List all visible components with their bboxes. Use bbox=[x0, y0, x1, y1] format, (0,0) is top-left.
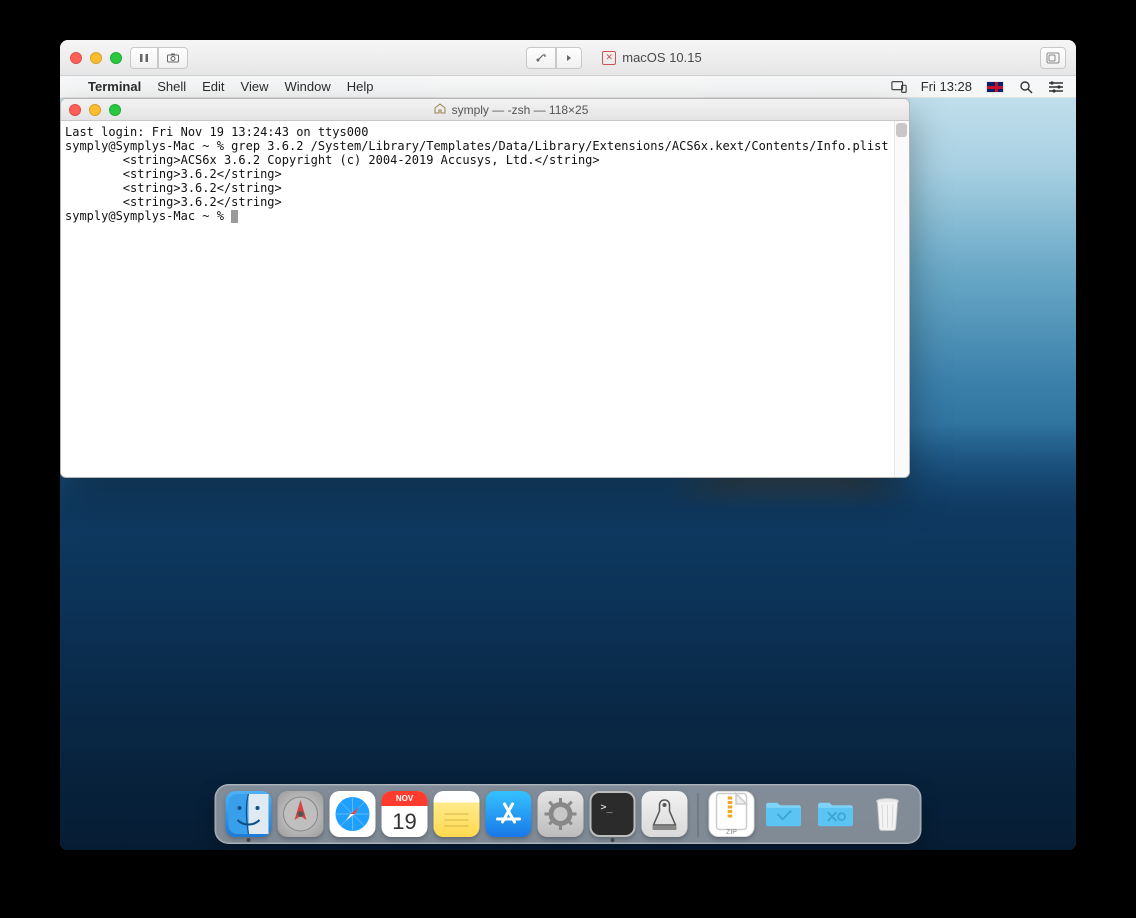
dock-separator bbox=[698, 793, 699, 837]
terminal-line: <string>3.6.2</string> bbox=[65, 195, 282, 209]
menubar-item-shell[interactable]: Shell bbox=[157, 79, 186, 94]
terminal-titlebar[interactable]: symply — -zsh — 118×25 bbox=[61, 99, 909, 121]
dock-zip[interactable]: ZIP bbox=[709, 791, 755, 837]
terminal-minimize-button[interactable] bbox=[89, 104, 101, 116]
terminal-line: <string>3.6.2</string> bbox=[65, 181, 282, 195]
dock-safari[interactable] bbox=[330, 791, 376, 837]
dock-instruments[interactable] bbox=[642, 791, 688, 837]
macos-desktop: Terminal Shell Edit View Window Help Fri… bbox=[60, 76, 1076, 850]
vm-window: ✕ macOS 10.15 Terminal Shell Edit View W… bbox=[60, 40, 1076, 850]
spotlight-icon[interactable] bbox=[1018, 80, 1034, 94]
terminal-zoom-button[interactable] bbox=[109, 104, 121, 116]
vm-traffic-lights bbox=[70, 52, 122, 64]
control-center-icon[interactable] bbox=[1048, 80, 1064, 94]
vm-settings-button[interactable] bbox=[526, 47, 556, 69]
vm-layout-button[interactable] bbox=[1040, 47, 1066, 69]
terminal-line: <string>ACS6x 3.6.2 Copyright (c) 2004-2… bbox=[65, 153, 600, 167]
terminal-line: symply@Symplys-Mac ~ % grep 3.6.2 /Syste… bbox=[65, 139, 889, 153]
menubar-item-view[interactable]: View bbox=[241, 79, 269, 94]
calendar-day: 19 bbox=[392, 806, 416, 837]
terminal-close-button[interactable] bbox=[69, 104, 81, 116]
menubar-item-help[interactable]: Help bbox=[347, 79, 374, 94]
dock-folder-2[interactable] bbox=[813, 791, 859, 837]
dock-finder[interactable] bbox=[226, 791, 272, 837]
home-icon bbox=[434, 103, 446, 117]
vm-snapshot-button[interactable] bbox=[158, 47, 188, 69]
terminal-cursor bbox=[231, 210, 238, 223]
menubar-item-edit[interactable]: Edit bbox=[202, 79, 224, 94]
vm-settings-menu-button[interactable] bbox=[556, 47, 582, 69]
vm-title: ✕ macOS 10.15 bbox=[196, 47, 1032, 69]
screen-mirroring-icon[interactable] bbox=[891, 80, 907, 94]
terminal-body[interactable]: Last login: Fri Nov 19 13:24:43 on ttys0… bbox=[61, 121, 909, 477]
terminal-line: Last login: Fri Nov 19 13:24:43 on ttys0… bbox=[65, 125, 368, 139]
dock-launchpad[interactable] bbox=[278, 791, 324, 837]
vm-close-button[interactable] bbox=[70, 52, 82, 64]
vm-titlebar: ✕ macOS 10.15 bbox=[60, 40, 1076, 76]
dock-appstore[interactable] bbox=[486, 791, 532, 837]
calendar-month: NOV bbox=[382, 791, 428, 806]
input-source-icon[interactable] bbox=[986, 81, 1004, 93]
terminal-window[interactable]: symply — -zsh — 118×25 Last login: Fri N… bbox=[60, 98, 910, 478]
dock-zip-label: ZIP bbox=[726, 829, 737, 836]
terminal-title: symply — -zsh — 118×25 bbox=[452, 103, 589, 117]
dock-system-preferences[interactable] bbox=[538, 791, 584, 837]
dock-notes[interactable] bbox=[434, 791, 480, 837]
vm-toolbar-group-pause bbox=[130, 47, 188, 69]
terminal-scrollbar-thumb[interactable] bbox=[896, 123, 907, 137]
vm-os-icon: ✕ bbox=[602, 51, 616, 65]
terminal-prompt: symply@Symplys-Mac ~ % bbox=[65, 209, 231, 223]
dock-running-indicator bbox=[247, 838, 251, 842]
dock-running-indicator bbox=[611, 838, 615, 842]
svg-text:>_: >_ bbox=[601, 802, 614, 813]
macos-menubar: Terminal Shell Edit View Window Help Fri… bbox=[60, 76, 1076, 98]
terminal-line: <string>3.6.2</string> bbox=[65, 167, 282, 181]
dock-trash[interactable] bbox=[865, 791, 911, 837]
vm-os-label: macOS 10.15 bbox=[622, 50, 702, 65]
menubar-item-window[interactable]: Window bbox=[285, 79, 331, 94]
dock-terminal[interactable]: >_ bbox=[590, 791, 636, 837]
vm-minimize-button[interactable] bbox=[90, 52, 102, 64]
dock-calendar[interactable]: NOV 19 bbox=[382, 791, 428, 837]
menubar-clock[interactable]: Fri 13:28 bbox=[921, 79, 972, 94]
vm-zoom-button[interactable] bbox=[110, 52, 122, 64]
dock-folder-1[interactable] bbox=[761, 791, 807, 837]
dock: NOV 19 bbox=[215, 784, 922, 844]
vm-pause-button[interactable] bbox=[130, 47, 158, 69]
terminal-scrollbar[interactable] bbox=[894, 121, 909, 477]
menubar-app-name[interactable]: Terminal bbox=[88, 79, 141, 94]
